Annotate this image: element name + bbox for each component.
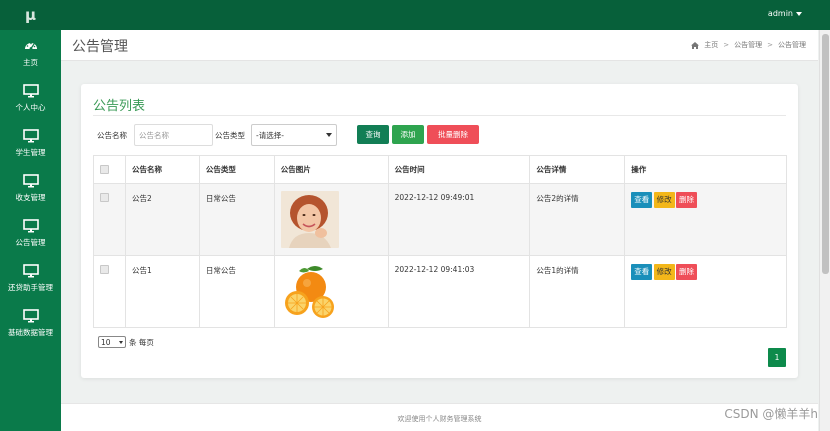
- page-size-select[interactable]: 10: [98, 336, 126, 348]
- home-icon: [691, 41, 700, 49]
- caret-down-icon: [796, 11, 802, 16]
- breadcrumb: 主页 > 公告管理 > 公告管理: [691, 40, 806, 50]
- sidebar: μ 主页 个人中心 学生管理 收支管理 公告管理 还贷助手管理 基础数据管理: [0, 0, 61, 431]
- monitor-icon: [22, 308, 39, 322]
- batch-delete-button[interactable]: 批量删除: [427, 125, 479, 144]
- type-cell: 日常公告: [198, 183, 275, 256]
- add-button[interactable]: 添加: [392, 125, 424, 144]
- checkbox-cell: [93, 255, 126, 328]
- time-cell: 2022-12-12 09:49:01: [387, 183, 531, 256]
- name-cell: 公告2: [124, 183, 200, 256]
- watermark: CSDN @懒羊羊h: [724, 407, 818, 421]
- view-button[interactable]: 查看: [631, 264, 653, 280]
- monitor-icon: [22, 218, 39, 232]
- actions-cell: 查看 修改 删除: [624, 183, 787, 256]
- sidebar-item-label: 个人中心: [15, 102, 46, 112]
- sidebar-item-label: 还贷助手管理: [8, 282, 53, 292]
- scrollbar-thumb[interactable]: [822, 34, 829, 274]
- sidebar-item-label: 基础数据管理: [8, 327, 53, 337]
- chevron-down-icon: [326, 133, 332, 137]
- view-button[interactable]: 查看: [631, 192, 653, 208]
- dashboard-icon: [24, 42, 37, 50]
- per-page-label: 条 每页: [129, 337, 154, 347]
- sidebar-item-announcement[interactable]: 公告管理: [0, 210, 61, 255]
- row-checkbox[interactable]: [100, 193, 109, 202]
- column-header: 公告图片: [273, 155, 389, 184]
- name-search-input[interactable]: [134, 124, 213, 146]
- orange-photo: [280, 263, 339, 320]
- sidebar-item-loan-assistant[interactable]: 还贷助手管理: [0, 255, 61, 300]
- select-all-checkbox[interactable]: [100, 165, 109, 174]
- footer-text: 欢迎使用个人财务管理系统: [397, 415, 482, 423]
- announcement-table: 公告名称 公告类型 公告图片 公告时间 公告详情 操作 公告2 日常公告 202…: [93, 155, 787, 328]
- select-all-cell: [93, 155, 126, 184]
- portrait-photo: [280, 191, 339, 248]
- table-header-row: 公告名称 公告类型 公告图片 公告时间 公告详情 操作: [93, 155, 787, 184]
- breadcrumb-separator: >: [723, 41, 730, 49]
- type-cell: 日常公告: [198, 255, 275, 328]
- actions-cell: 查看 修改 删除: [624, 255, 787, 328]
- chevron-down-icon: [119, 340, 123, 344]
- breadcrumb-current: 公告管理: [778, 41, 806, 49]
- checkbox-cell: [93, 183, 126, 256]
- sidebar-item-income-expense[interactable]: 收支管理: [0, 165, 61, 210]
- search-bar: 公告名称 公告类型 -请选择- 查询 添加 批量删除: [97, 124, 787, 146]
- column-header: 操作: [624, 155, 787, 184]
- monitor-icon: [22, 128, 39, 142]
- type-select-value: -请选择-: [256, 130, 284, 140]
- monitor-icon: [22, 263, 39, 277]
- edit-button[interactable]: 修改: [653, 264, 675, 280]
- type-select[interactable]: -请选择-: [251, 124, 337, 146]
- image-cell: [273, 255, 389, 328]
- monitor-icon: [22, 83, 39, 97]
- page-title: 公告管理: [72, 39, 128, 55]
- time-cell: 2022-12-12 09:41:03: [387, 255, 531, 328]
- sidebar-item-student-management[interactable]: 学生管理: [0, 120, 61, 165]
- footer: 欢迎使用个人财务管理系统: [61, 403, 818, 431]
- page-size-control: 10 条 每页: [98, 336, 154, 348]
- monitor-icon: [22, 173, 39, 187]
- announcement-list-card: 公告列表 公告名称 公告类型 -请选择- 查询 添加 批量删除 公告名称 公告类…: [81, 84, 798, 378]
- page-size-value: 10: [101, 337, 111, 347]
- sidebar-item-basic-data[interactable]: 基础数据管理: [0, 300, 61, 345]
- admin-label: admin: [767, 9, 793, 18]
- page-header: 公告管理 主页 > 公告管理 > 公告管理: [61, 30, 818, 61]
- table-row: 公告2 日常公告 2022-12-12 09:49:01 公告2的详情 查看 修…: [93, 183, 787, 256]
- column-header: 公告详情: [529, 155, 626, 184]
- scrollbar[interactable]: [819, 30, 830, 431]
- name-label: 公告名称: [97, 131, 127, 140]
- delete-button[interactable]: 删除: [676, 192, 698, 208]
- card-title: 公告列表: [93, 99, 146, 114]
- sidebar-item-personal-center[interactable]: 个人中心: [0, 75, 61, 120]
- table-row: 公告1 日常公告 2022-12-12 09:41:03 公告1的详情 查看 修…: [93, 255, 787, 328]
- breadcrumb-home[interactable]: 主页: [704, 40, 718, 50]
- divider: [93, 115, 786, 116]
- breadcrumb-separator: >: [767, 41, 773, 49]
- sidebar-item-home[interactable]: 主页: [0, 30, 61, 75]
- column-header: 公告时间: [387, 155, 531, 184]
- admin-menu[interactable]: admin: [768, 9, 802, 18]
- top-bar: admin: [61, 0, 830, 30]
- column-header: 公告类型: [198, 155, 275, 184]
- edit-button[interactable]: 修改: [653, 192, 675, 208]
- name-cell: 公告1: [124, 255, 200, 328]
- query-button[interactable]: 查询: [357, 125, 389, 144]
- image-cell: [273, 183, 389, 256]
- delete-button[interactable]: 删除: [676, 264, 698, 280]
- sidebar-item-label: 学生管理: [15, 147, 46, 157]
- sidebar-item-label: 主页: [23, 57, 38, 67]
- row-checkbox[interactable]: [100, 265, 109, 274]
- app-logo: μ: [0, 0, 61, 30]
- column-header: 公告名称: [124, 155, 200, 184]
- detail-cell: 公告1的详情: [529, 255, 626, 328]
- sidebar-item-label: 公告管理: [15, 237, 46, 247]
- type-label: 公告类型: [215, 131, 245, 140]
- breadcrumb-item[interactable]: 公告管理: [734, 40, 762, 50]
- detail-cell: 公告2的详情: [529, 183, 626, 256]
- pagination-page-button[interactable]: 1: [768, 348, 786, 367]
- sidebar-item-label: 收支管理: [15, 192, 46, 202]
